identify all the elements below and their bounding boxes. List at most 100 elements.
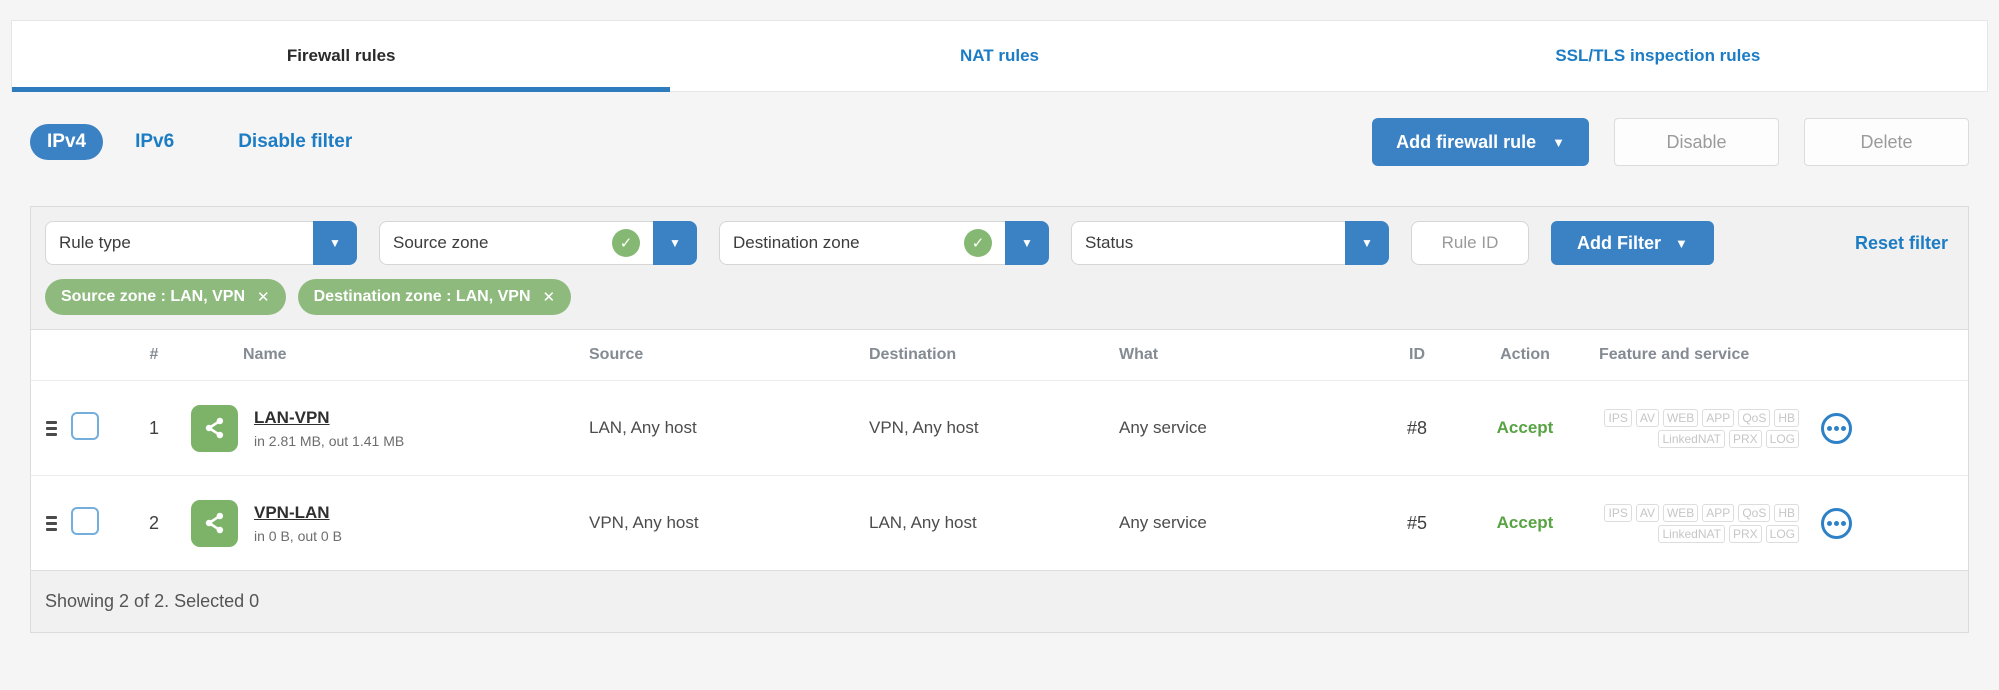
ipv6-toggle[interactable]: IPv6: [135, 131, 174, 153]
destination-zone-filter-chip: Destination zone : LAN, VPN ✕: [297, 279, 572, 315]
rule-traffic-stats: in 0 B, out 0 B: [254, 527, 342, 544]
share-icon: [191, 499, 238, 547]
table-footer: Showing 2 of 2. Selected 0: [31, 570, 1968, 632]
showing-status-text: Showing 2 of 2. Selected 0: [45, 591, 260, 611]
rule-id: #8: [1406, 417, 1428, 438]
rule-traffic-stats: in 2.81 MB, out 1.41 MB: [254, 432, 405, 449]
check-circle-icon: ✓: [964, 229, 992, 257]
disable-filter-link[interactable]: Disable filter: [238, 131, 352, 153]
feature-badge: HB: [1774, 408, 1799, 427]
rule-type-select[interactable]: Rule type ▼: [45, 221, 357, 265]
add-firewall-rule-label: Add firewall rule: [1396, 131, 1537, 152]
table-body: 1 LAN-VPN in 2.81 MB, out 1.41 MB LAN, A…: [31, 380, 1968, 570]
filter-row: Rule type ▼ Source zone ✓ ▼ Destination …: [31, 207, 1968, 271]
destination-zone-select[interactable]: Destination zone ✓ ▼: [719, 221, 1049, 265]
feature-badge: PRX: [1728, 429, 1762, 448]
feature-badge: APP: [1702, 408, 1735, 427]
rule-name-cell: LAN-VPN in 2.81 MB, out 1.41 MB: [185, 404, 589, 452]
feature-badge: LOG: [1765, 429, 1799, 448]
drag-handle[interactable]: [42, 510, 61, 537]
rule-number: 1: [148, 417, 159, 438]
feature-badge: LinkedNAT: [1658, 429, 1725, 448]
rule-number: 2: [148, 512, 159, 533]
firewall-rules-table: # Name Source Destination What ID Action…: [31, 329, 1968, 632]
col-header-destination: Destination: [869, 346, 957, 363]
feature-badge: AV: [1635, 503, 1659, 522]
close-icon[interactable]: ✕: [543, 288, 556, 306]
col-header-what: What: [1119, 346, 1159, 363]
source-zone-select-label: Source zone: [393, 233, 489, 252]
col-header-name: Name: [243, 346, 287, 363]
feature-badges: IPS AV WEB APP QoS HB LinkedNAT PRX LOG: [1599, 503, 1799, 543]
add-firewall-rule-button[interactable]: Add firewall rule ▼: [1372, 118, 1589, 166]
feature-badge: APP: [1702, 503, 1735, 522]
feature-badges-line2: LinkedNAT PRX LOG: [1658, 524, 1799, 543]
rule-name-link[interactable]: VPN-LAN: [254, 503, 342, 523]
reset-filter-link[interactable]: Reset filter: [1855, 233, 1948, 254]
close-icon[interactable]: ✕: [257, 288, 270, 306]
rules-panel: Rule type ▼ Source zone ✓ ▼ Destination …: [30, 206, 1969, 633]
chip-label: Source zone : LAN, VPN: [61, 288, 246, 305]
rule-what: Any service: [1119, 418, 1207, 437]
tab-bar: Firewall rules NAT rules SSL/TLS inspect…: [11, 20, 1988, 92]
chevron-down-icon: ▼: [1675, 235, 1688, 251]
feature-badge: HB: [1774, 503, 1799, 522]
rule-features-cell: IPS AV WEB APP QoS HB LinkedNAT PRX LOG: [1585, 503, 1968, 543]
chevron-down-icon[interactable]: ▼: [1345, 221, 1389, 265]
col-header-feature-service: Feature and service: [1599, 346, 1750, 363]
feature-badge: LOG: [1765, 524, 1799, 543]
add-filter-label: Add Filter: [1577, 232, 1661, 253]
col-header-source: Source: [589, 346, 644, 363]
disable-button[interactable]: Disable: [1614, 118, 1779, 166]
chevron-down-icon[interactable]: ▼: [1005, 221, 1049, 265]
delete-button[interactable]: Delete: [1804, 118, 1969, 166]
source-zone-select[interactable]: Source zone ✓ ▼: [379, 221, 697, 265]
table-row: 2 VPN-LAN in 0 B, out 0 B VPN, Any host …: [31, 475, 1968, 570]
chevron-down-icon[interactable]: ▼: [653, 221, 697, 265]
chevron-down-icon: ▼: [1552, 134, 1565, 150]
rule-name-cell: VPN-LAN in 0 B, out 0 B: [185, 499, 589, 547]
rule-id-input[interactable]: [1411, 221, 1529, 265]
table-header-row: # Name Source Destination What ID Action…: [31, 330, 1968, 380]
rule-destination: LAN, Any host: [869, 513, 977, 532]
chevron-down-icon[interactable]: ▼: [313, 221, 357, 265]
rule-action: Accept: [1496, 513, 1554, 532]
tab-nat-rules[interactable]: NAT rules: [670, 21, 1328, 91]
rule-destination: VPN, Any host: [869, 418, 979, 437]
row-checkbox[interactable]: [71, 506, 99, 535]
ellipsis-icon[interactable]: [1821, 507, 1852, 539]
rule-type-select-label: Rule type: [59, 233, 131, 252]
ipv4-toggle[interactable]: IPv4: [30, 124, 104, 160]
tab-firewall-rules[interactable]: Firewall rules: [12, 21, 671, 92]
drag-handle[interactable]: [42, 415, 61, 442]
rule-features-cell: IPS AV WEB APP QoS HB LinkedNAT PRX LOG: [1585, 408, 1968, 448]
share-icon: [191, 404, 238, 452]
ellipsis-icon[interactable]: [1821, 412, 1852, 444]
feature-badge: IPS: [1604, 408, 1632, 427]
destination-zone-select-label: Destination zone: [733, 233, 860, 252]
active-filter-chips: Source zone : LAN, VPN ✕ Destination zon…: [31, 271, 1968, 329]
rule-id: #5: [1406, 512, 1428, 533]
table-row: 1 LAN-VPN in 2.81 MB, out 1.41 MB LAN, A…: [31, 380, 1968, 475]
feature-badge: LinkedNAT: [1658, 524, 1725, 543]
row-checkbox[interactable]: [71, 411, 99, 440]
tab-ssl-tls-inspection-rules[interactable]: SSL/TLS inspection rules: [1329, 21, 1987, 91]
rule-action: Accept: [1496, 418, 1554, 437]
feature-badge: QoS: [1738, 503, 1771, 522]
source-zone-filter-chip: Source zone : LAN, VPN ✕: [45, 279, 286, 315]
feature-badges-line1: IPS AV WEB APP QoS HB: [1604, 503, 1799, 522]
feature-badges-line2: LinkedNAT PRX LOG: [1658, 429, 1799, 448]
col-header-number: #: [149, 346, 159, 363]
feature-badge: WEB: [1662, 408, 1699, 427]
rule-what: Any service: [1119, 513, 1207, 532]
status-select[interactable]: Status ▼: [1071, 221, 1389, 265]
toolbar: IPv4 IPv6 Disable filter Add firewall ru…: [30, 118, 1969, 166]
feature-badge: PRX: [1728, 524, 1762, 543]
rule-name-link[interactable]: LAN-VPN: [254, 408, 404, 428]
col-header-action: Action: [1500, 346, 1550, 363]
rule-source: LAN, Any host: [589, 418, 697, 437]
add-filter-button[interactable]: Add Filter ▼: [1551, 221, 1714, 265]
status-select-label: Status: [1085, 233, 1134, 252]
feature-badge: IPS: [1604, 503, 1632, 522]
check-circle-icon: ✓: [612, 229, 640, 257]
